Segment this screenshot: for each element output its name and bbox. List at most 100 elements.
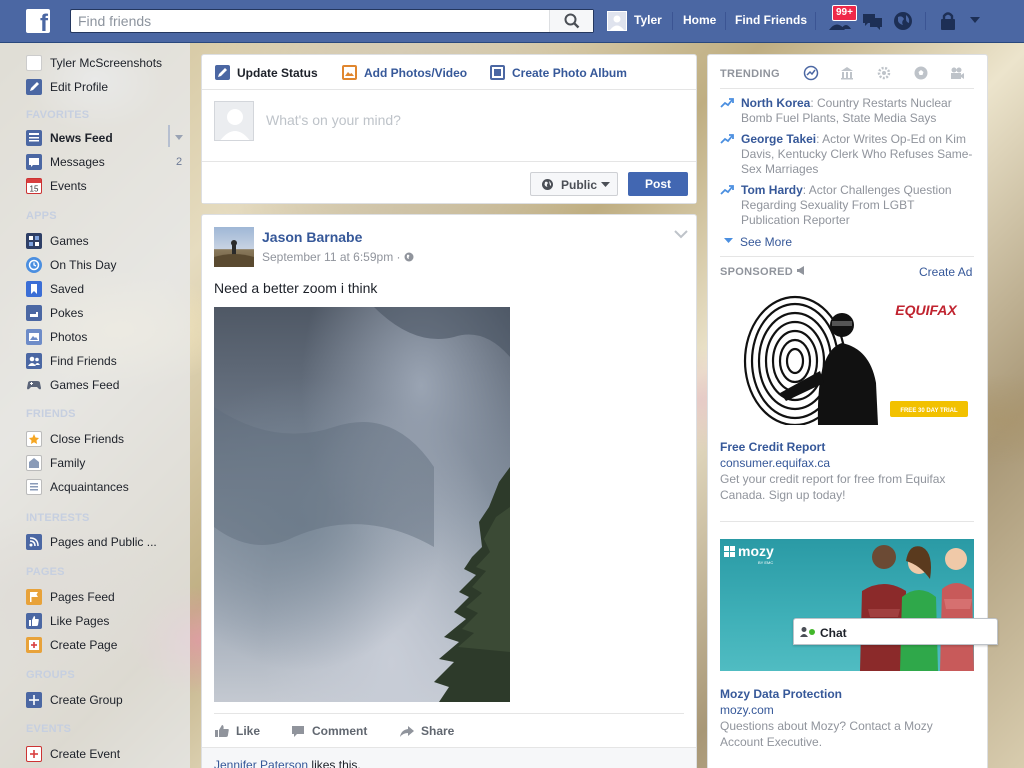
sidebar-item-close-friends[interactable]: Close Friends <box>26 430 186 448</box>
sidebar-item-pages-public[interactable]: Pages and Public ... <box>26 533 186 551</box>
mozy-people-illustration: mozy BY EMC <box>724 543 974 671</box>
trending-top-icon[interactable] <box>803 65 819 81</box>
sidebar-item-news-feed[interactable]: News Feed <box>26 129 186 147</box>
sidebar-item-label: Pages Feed <box>50 590 115 604</box>
top-navigation-bar: f Tyler Home Find Friends 99+ <box>0 0 1024 43</box>
trend-arrow-icon <box>720 134 734 144</box>
find-friends-link[interactable]: Find Friends <box>735 13 807 27</box>
poke-hand-icon <box>26 305 42 321</box>
sidebar-item-photos[interactable]: Photos <box>26 328 186 346</box>
news-feed-icon <box>26 130 42 146</box>
sidebar-item-create-page[interactable]: Create Page <box>26 636 186 654</box>
calendar-icon: 15 <box>26 178 42 194</box>
messages-icon <box>26 154 42 170</box>
sidebar-item-acquaintances[interactable]: Acquaintances <box>26 478 186 496</box>
thumbs-up-icon <box>26 613 42 629</box>
liker-link[interactable]: Jennifer Paterson <box>214 758 308 768</box>
sidebar-item-label: Photos <box>50 330 88 344</box>
sidebar-item-games-feed[interactable]: Games Feed <box>26 376 186 394</box>
sidebar-item-edit-profile[interactable]: Edit Profile <box>26 78 186 96</box>
sidebar-item-family[interactable]: Family <box>26 454 186 472</box>
sidebar-item-pages-feed[interactable]: Pages Feed <box>26 588 186 606</box>
add-group-icon <box>26 692 42 708</box>
ad-brand-sub: BY EMC <box>758 560 773 565</box>
ad-title[interactable]: Mozy Data Protection <box>720 687 842 701</box>
sidebar-item-label: News Feed <box>50 131 113 145</box>
svg-text:15: 15 <box>30 185 39 194</box>
privacy-lock-icon[interactable] <box>939 10 957 32</box>
pencil-icon <box>215 65 230 80</box>
trend-arrow-icon <box>720 185 734 195</box>
create-ad-link[interactable]: Create Ad <box>919 265 972 279</box>
sidebar-item-messages[interactable]: Messages <box>26 153 186 171</box>
ad-title[interactable]: Free Credit Report <box>720 440 825 454</box>
sidebar-item-label: Like Pages <box>50 614 110 628</box>
sidebar-item-on-this-day[interactable]: On This Day <box>26 256 186 274</box>
interests-header: INTERESTS <box>26 512 90 524</box>
politics-icon[interactable] <box>839 65 855 81</box>
avatar[interactable] <box>214 227 254 267</box>
chevron-down-icon[interactable] <box>175 135 183 141</box>
sidebar-item-games[interactable]: Games <box>26 232 186 250</box>
chat-label: Chat <box>820 626 847 640</box>
likes-suffix: likes this. <box>308 758 361 768</box>
fingerprint-illustration: EQUIFAX FREE 30 DAY TRIAL <box>743 295 968 425</box>
search-input[interactable] <box>71 10 549 32</box>
tab-label: Create Photo Album <box>512 66 627 80</box>
trending-header: TRENDING <box>720 68 780 80</box>
divider <box>720 256 974 257</box>
composer-footer: Public Post <box>202 161 696 203</box>
flag-icon <box>26 589 42 605</box>
globe-icon <box>542 179 553 190</box>
divider <box>168 125 170 147</box>
post-options-chevron-icon[interactable] <box>674 229 688 239</box>
likes-text: Jennifer Paterson likes this. <box>214 758 361 768</box>
sidebar-item-profile[interactable]: Tyler McScreenshots <box>26 54 186 72</box>
messages-icon[interactable] <box>860 10 884 32</box>
post-author[interactable]: Jason Barnabe <box>262 229 362 245</box>
divider <box>202 89 696 90</box>
sidebar-item-label: On This Day <box>50 258 117 272</box>
notifications-globe-icon[interactable] <box>892 10 914 32</box>
ad-url[interactable]: mozy.com <box>720 703 774 717</box>
sports-ball-icon[interactable] <box>913 65 929 81</box>
trending-topic: Tom Hardy <box>741 183 803 197</box>
avatar <box>607 11 627 31</box>
trending-text: North Korea: Country Restarts Nuclear Bo… <box>741 96 976 126</box>
ad-image-mozy[interactable]: mozy BY EMC <box>720 539 974 671</box>
share-arrow-icon <box>400 726 414 737</box>
sidebar-item-label: Edit Profile <box>50 80 109 94</box>
search-button[interactable] <box>549 10 593 32</box>
sidebar-item-label: Find Friends <box>50 354 117 368</box>
home-link[interactable]: Home <box>683 13 716 27</box>
history-icon <box>26 257 42 273</box>
science-gear-icon[interactable] <box>876 65 892 81</box>
account-menu-chevron-icon[interactable] <box>969 16 981 24</box>
friends-header: FRIENDS <box>26 408 76 420</box>
sidebar-item-create-event[interactable]: Create Event <box>26 745 186 763</box>
thumbs-up-icon <box>215 725 229 737</box>
sidebar-item-create-group[interactable]: Create Group <box>26 691 186 709</box>
ad-url[interactable]: consumer.equifax.ca <box>720 456 830 470</box>
trending-topic: North Korea <box>741 96 811 110</box>
post-timestamp[interactable]: September 11 at 6:59pm · <box>262 250 414 264</box>
sidebar-item-pokes[interactable]: Pokes <box>26 304 186 322</box>
sidebar-item-saved[interactable]: Saved <box>26 280 186 298</box>
ad-image-equifax[interactable]: EQUIFAX FREE 30 DAY TRIAL <box>720 293 974 425</box>
controller-icon <box>26 377 42 393</box>
chat-tab[interactable]: Chat <box>793 618 998 645</box>
facebook-logo[interactable]: f <box>26 9 50 36</box>
post-button[interactable]: Post <box>628 172 688 196</box>
divider <box>725 12 726 30</box>
megaphone-icon <box>797 266 805 275</box>
globe-icon <box>404 252 414 262</box>
post-photo[interactable] <box>214 307 510 702</box>
privacy-selector[interactable]: Public <box>530 172 618 196</box>
sidebar-item-like-pages[interactable]: Like Pages <box>26 612 186 630</box>
events-header: EVENTS <box>26 723 72 735</box>
tree-silhouette <box>214 307 510 702</box>
entertainment-camera-icon[interactable] <box>949 65 965 81</box>
sidebar-item-events[interactable]: 15 Events <box>26 177 186 195</box>
status-input[interactable]: What's on your mind? <box>266 112 401 128</box>
sidebar-item-find-friends[interactable]: Find Friends <box>26 352 186 370</box>
